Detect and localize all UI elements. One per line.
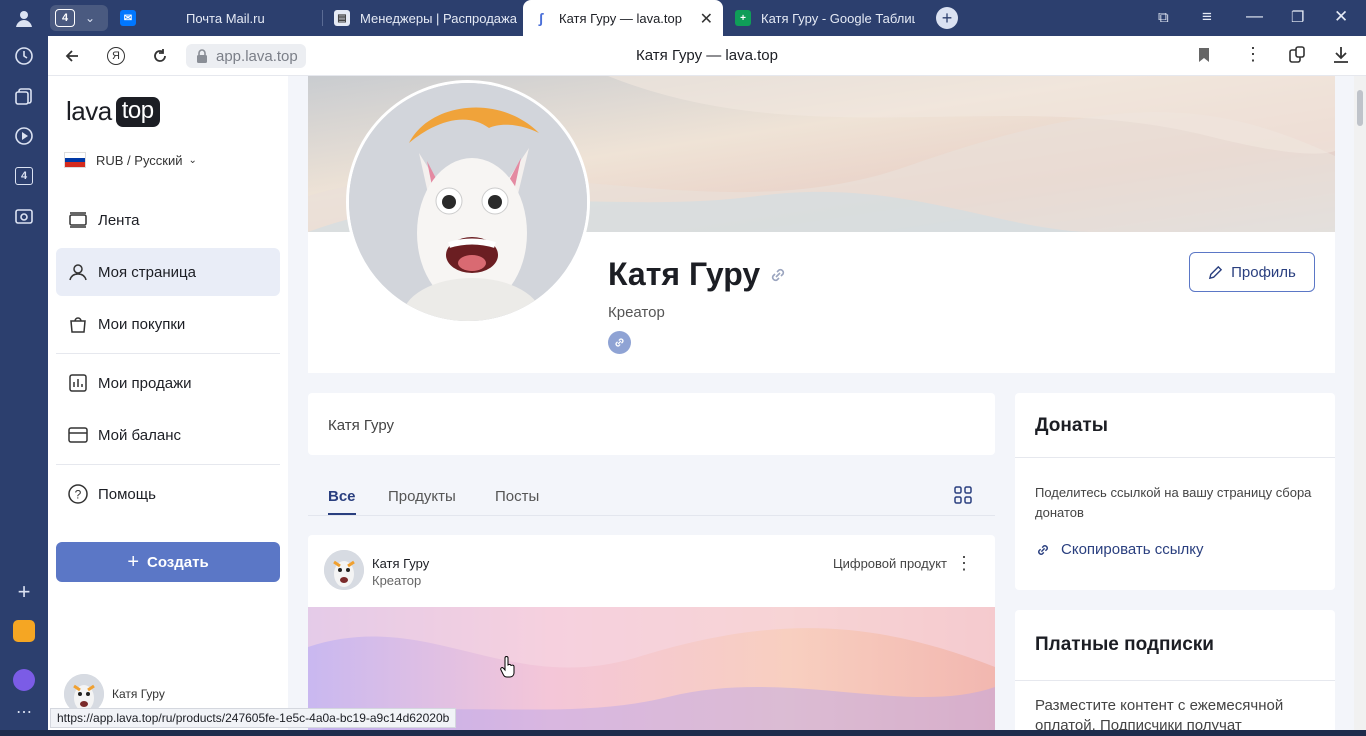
tab-managers[interactable]: ▤ Менеджеры | Распродажа: [324, 0, 522, 36]
sheets-icon: +: [735, 10, 751, 26]
social-link-icon[interactable]: [608, 331, 631, 354]
download-icon[interactable]: [1333, 46, 1349, 69]
russia-flag-icon: [64, 152, 86, 168]
new-tab-button[interactable]: +: [936, 7, 958, 29]
yandex-button[interactable]: Я: [104, 44, 128, 68]
about-text: Катя Гуру: [328, 417, 395, 434]
os-taskbar: [0, 730, 1366, 736]
scrollbar[interactable]: [1354, 76, 1366, 730]
status-bar-url: https://app.lava.top/ru/products/247605f…: [50, 708, 457, 728]
lava-logo[interactable]: lava top: [66, 96, 160, 127]
url-field[interactable]: app.lava.top: [186, 44, 306, 68]
scrollbar-thumb[interactable]: [1357, 90, 1363, 126]
grid-view-icon[interactable]: [954, 486, 972, 504]
close-icon[interactable]: ✕: [700, 9, 713, 29]
tab-posts[interactable]: Посты: [495, 488, 539, 505]
menu-icon[interactable]: ≡: [1202, 7, 1212, 27]
subscriptions-title: Платные подписки: [1035, 634, 1214, 655]
restore-icon[interactable]: ❐: [1291, 8, 1304, 26]
sidebar-item-help[interactable]: ? Помощь: [56, 470, 280, 518]
document-icon: ▤: [334, 10, 350, 26]
donations-title: Донаты: [1035, 415, 1108, 436]
profile-role: Креатор: [608, 304, 665, 321]
feed-icon: [68, 210, 88, 230]
close-window-icon[interactable]: ✕: [1334, 7, 1348, 27]
tab-mail[interactable]: ✉ Почта Mail.ru: [110, 0, 320, 36]
subscriptions-card: Платные подписки Разместите контент с еж…: [1015, 610, 1335, 730]
profile-avatar: [346, 80, 590, 324]
lock-icon: [197, 49, 207, 63]
sidebar-item-balance[interactable]: Мой баланс: [56, 411, 280, 459]
chevron-down-icon: ⌄: [188, 154, 197, 166]
bag-icon: [68, 314, 88, 334]
address-bar: Я app.lava.top Катя Гуру — lava.top ⋮: [48, 36, 1366, 76]
post-role: Креатор: [372, 573, 422, 588]
bookmarks-panel-icon[interactable]: ⧉: [1158, 9, 1169, 26]
screenshot-icon[interactable]: [12, 204, 36, 228]
video-icon[interactable]: [12, 124, 36, 148]
profile-name: Катя Гуру: [608, 256, 788, 293]
svg-text:?: ?: [75, 488, 82, 502]
divider: [1015, 457, 1335, 458]
lava-icon: ʃ: [538, 10, 544, 26]
donations-text: Поделитесь ссылкой на вашу страницу сбор…: [1035, 485, 1312, 520]
extensions-icon[interactable]: [1288, 46, 1306, 69]
wallet-icon: [68, 425, 88, 445]
donations-card: Донаты Поделитесь ссылкой на вашу страни…: [1015, 393, 1335, 590]
pencil-icon: [1209, 265, 1223, 279]
tabs-counter-icon[interactable]: 4: [12, 164, 36, 188]
tab-lava[interactable]: ʃ Катя Гуру — lava.top ✕: [523, 0, 723, 36]
subscriptions-text: Разместите контент с ежемесячной оплатой…: [1035, 697, 1284, 730]
collections-icon[interactable]: [12, 84, 36, 108]
user-icon: [68, 262, 88, 282]
mail-ru-icon: ✉: [120, 10, 136, 26]
create-button[interactable]: + Создать: [56, 542, 280, 582]
divider: [1015, 680, 1335, 681]
about-card: Катя Гуру: [308, 393, 995, 455]
bookmark-icon[interactable]: [1198, 47, 1210, 68]
sidebar-item-purchases[interactable]: Мои покупки: [56, 300, 280, 348]
sidebar-item-my-page[interactable]: Моя страница: [56, 248, 280, 296]
tab-products[interactable]: Продукты: [388, 488, 456, 505]
more-vert-icon[interactable]: ⋮: [955, 553, 973, 574]
sidebar: lava top RUB / Русский ⌄ Лента Моя стран…: [48, 76, 288, 730]
post-card[interactable]: Катя Гуру Креатор Цифровой продукт ⋮: [308, 535, 995, 730]
plus-icon: +: [127, 550, 139, 573]
more-icon[interactable]: ⋯: [12, 700, 36, 724]
avatar: [324, 550, 364, 590]
more-vert-icon[interactable]: ⋮: [1244, 44, 1262, 65]
alice-icon[interactable]: [12, 668, 36, 692]
add-panel-icon[interactable]: +: [12, 579, 36, 604]
page: lava top RUB / Русский ⌄ Лента Моя стран…: [48, 76, 1366, 730]
minimize-icon[interactable]: —: [1246, 6, 1263, 26]
browser-side-panel: 4 + ⋯: [0, 0, 48, 736]
sidebar-item-sales[interactable]: Мои продажи: [56, 359, 280, 407]
help-icon: ?: [68, 484, 88, 504]
post-type-badge: Цифровой продукт: [833, 556, 947, 571]
tab-bar: 4 ⌄ ✉ Почта Mail.ru ▤ Менеджеры | Распро…: [48, 0, 1366, 36]
tab-sheets[interactable]: + Катя Гуру - Google Таблицы: [725, 0, 915, 36]
edit-profile-button[interactable]: Профиль: [1189, 252, 1315, 292]
link-icon: [1038, 544, 1048, 555]
back-button[interactable]: [60, 44, 84, 68]
locale-selector[interactable]: RUB / Русский ⌄: [64, 152, 197, 168]
tab-all[interactable]: Все: [328, 488, 356, 505]
hand-cursor-icon: [500, 656, 515, 678]
copy-link-button[interactable]: Скопировать ссылку: [1035, 541, 1204, 558]
history-icon[interactable]: [12, 44, 36, 68]
active-tab-indicator: [328, 513, 356, 515]
profile-icon[interactable]: [12, 6, 36, 30]
sidebar-item-feed[interactable]: Лента: [56, 196, 280, 244]
chevron-down-icon: ⌄: [85, 11, 96, 25]
link-icon[interactable]: [768, 265, 788, 285]
reload-button[interactable]: [148, 44, 172, 68]
post-author[interactable]: Катя Гуру: [372, 556, 429, 571]
mail-icon[interactable]: [12, 619, 36, 643]
tab-group-button[interactable]: 4 ⌄: [50, 5, 108, 31]
content-tabs: Все Продукты Посты: [308, 476, 995, 516]
chart-icon: [68, 373, 88, 393]
